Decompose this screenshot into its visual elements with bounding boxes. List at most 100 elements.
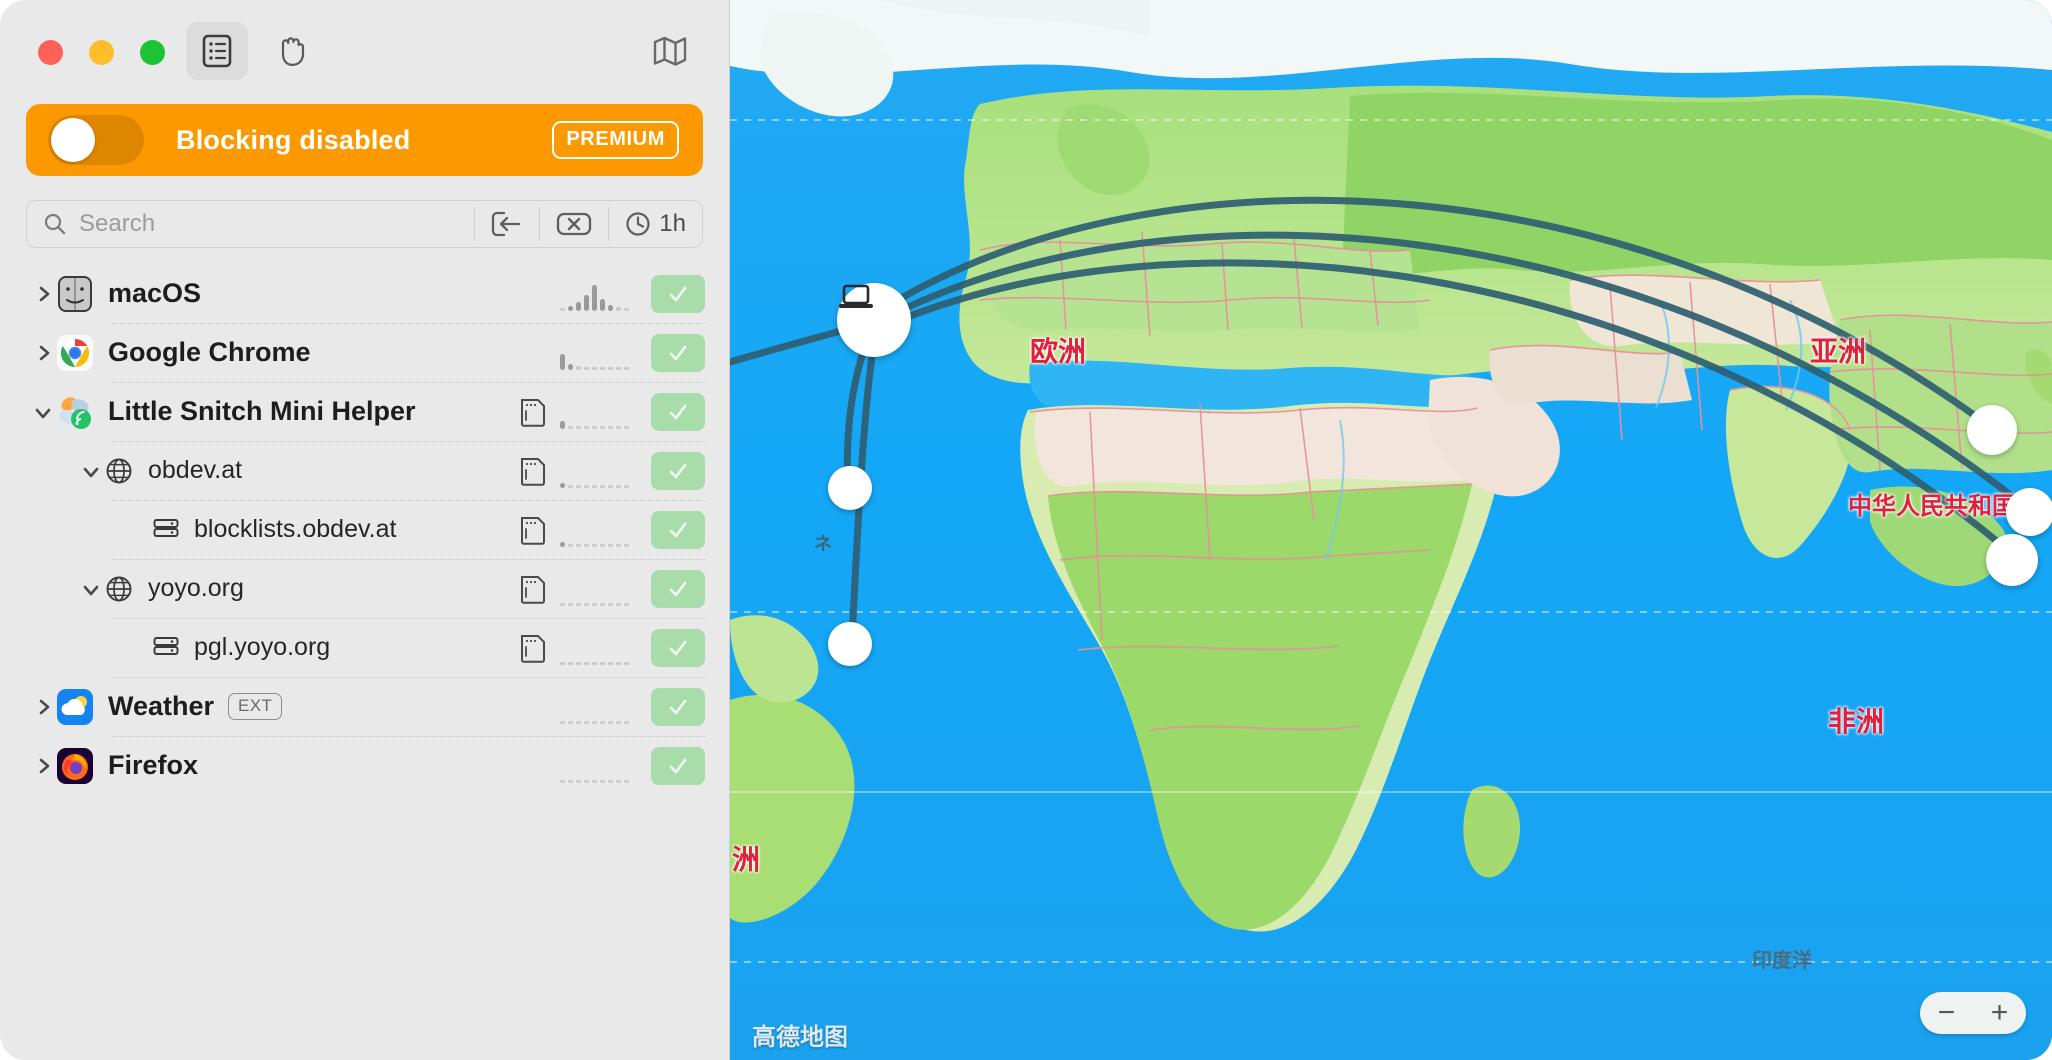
premium-badge[interactable]: PREMIUM: [552, 121, 679, 159]
pause-traffic-button[interactable]: [260, 22, 322, 80]
close-button[interactable]: [38, 40, 63, 65]
traffic-graph: [560, 336, 629, 370]
allow-status-badge[interactable]: [651, 510, 705, 549]
traffic-bar: [608, 720, 613, 724]
traffic-bar: [560, 541, 565, 547]
search-input[interactable]: [79, 210, 475, 238]
traffic-bar: [600, 661, 605, 665]
time-range-filter[interactable]: 1h: [609, 201, 702, 247]
rule-note-button[interactable]: [520, 397, 546, 427]
map-zoom-controls[interactable]: − +: [1920, 992, 2026, 1034]
allow-status-badge[interactable]: [651, 274, 705, 313]
list-item[interactable]: Weather EXT: [0, 677, 729, 736]
list-item[interactable]: pgl.yoyo.org: [0, 618, 729, 677]
traffic-graph: [560, 631, 629, 665]
remote-node-2[interactable]: [828, 622, 872, 666]
list-view-button[interactable]: [186, 22, 248, 80]
map-label-africa: 非洲: [1828, 705, 1885, 738]
blocked-connections-filter[interactable]: [540, 201, 608, 247]
traffic-bar: [624, 307, 629, 311]
traffic-bar: [616, 425, 621, 429]
rule-note-button[interactable]: [520, 574, 546, 604]
traffic-bar: [608, 661, 613, 665]
allow-status-badge[interactable]: [651, 569, 705, 608]
traffic-bar: [624, 425, 629, 429]
list-item[interactable]: macOS: [0, 264, 729, 323]
traffic-bar: [616, 779, 621, 783]
sidebar: Blocking disabled PREMIUM Search 1h macO…: [0, 0, 730, 1060]
map-graphic: [730, 0, 2052, 1060]
check-icon: [669, 758, 687, 773]
list-item-label: macOS: [108, 278, 202, 308]
check-icon: [669, 345, 687, 360]
list-item[interactable]: yoyo.org: [0, 559, 729, 618]
incoming-arrow-icon: [492, 211, 521, 237]
local-device-node[interactable]: [837, 283, 911, 357]
incoming-connections-filter[interactable]: [475, 201, 539, 247]
allow-status-badge[interactable]: [651, 451, 705, 490]
disclosure-triangle[interactable]: [30, 696, 56, 718]
allow-status-badge[interactable]: [651, 333, 705, 372]
list-item[interactable]: obdev.at: [0, 441, 729, 500]
map-view-button[interactable]: [639, 22, 701, 80]
search-icon: [43, 212, 67, 236]
twisty-collapsed-icon: [39, 758, 50, 773]
traffic-bar: [560, 353, 565, 370]
twisty-expanded-icon: [83, 467, 99, 477]
map-view[interactable]: 欧洲 亚洲 中华人民共和国 非洲 洲 印度洋 ネ 高德地图 − +: [730, 0, 2052, 1060]
note-icon: [521, 575, 545, 604]
remote-node-3[interactable]: [1967, 405, 2017, 455]
weather-icon: [56, 688, 94, 726]
time-range-label: 1h: [659, 210, 686, 237]
blocking-banner[interactable]: Blocking disabled PREMIUM: [26, 104, 703, 176]
traffic-bar: [624, 602, 629, 606]
traffic-bar: [560, 482, 565, 488]
list-item[interactable]: Google Chrome: [0, 323, 729, 382]
rule-note-button[interactable]: [520, 456, 546, 486]
traffic-graph: [560, 749, 629, 783]
traffic-bar: [584, 366, 589, 370]
minimize-button[interactable]: [89, 40, 114, 65]
disclosure-triangle[interactable]: [78, 578, 104, 600]
disclosure-triangle[interactable]: [30, 342, 56, 364]
disclosure-triangle[interactable]: [78, 460, 104, 482]
list-item[interactable]: Little Snitch Mini Helper: [0, 382, 729, 441]
blocking-toggle[interactable]: [48, 115, 144, 165]
traffic-bar: [568, 720, 573, 724]
list-item-label: pgl.yoyo.org: [194, 633, 331, 661]
map-label-indian-ocean: 印度洋: [1752, 948, 1812, 972]
zoom-in-button[interactable]: +: [1991, 996, 2009, 1030]
remote-node-5[interactable]: [1986, 534, 2038, 586]
disclosure-triangle[interactable]: [30, 755, 56, 777]
firefox-icon: [56, 747, 94, 785]
traffic-graph: [560, 277, 629, 311]
traffic-bar: [584, 779, 589, 783]
remote-node-4[interactable]: [2006, 488, 2052, 536]
traffic-bar: [600, 366, 605, 370]
rule-note-button[interactable]: [520, 515, 546, 545]
zoom-button[interactable]: [140, 40, 165, 65]
traffic-bar: [560, 779, 565, 783]
connection-list[interactable]: macOS Google Chrome Little Snitch Mini Hel…: [0, 264, 729, 1060]
zoom-out-button[interactable]: −: [1938, 996, 1956, 1030]
clock-icon: [626, 212, 650, 236]
extension-badge: EXT: [228, 693, 283, 720]
remote-node-1[interactable]: [828, 466, 872, 510]
allow-status-badge[interactable]: [651, 746, 705, 785]
disclosure-triangle[interactable]: [30, 283, 56, 305]
search-bar[interactable]: 1h: [26, 200, 703, 248]
twisty-collapsed-icon: [39, 345, 50, 360]
traffic-bar: [616, 602, 621, 606]
blocking-status-label: Blocking disabled: [176, 124, 411, 155]
disclosure-triangle[interactable]: [30, 401, 56, 423]
list-item-label: blocklists.obdev.at: [194, 515, 397, 543]
list-item[interactable]: Firefox: [0, 736, 729, 795]
list-item[interactable]: blocklists.obdev.at: [0, 500, 729, 559]
allow-status-badge[interactable]: [651, 628, 705, 667]
allow-status-badge[interactable]: [651, 687, 705, 726]
traffic-bar: [608, 484, 613, 488]
rule-note-button[interactable]: [520, 633, 546, 663]
traffic-bar: [608, 602, 613, 606]
allow-status-badge[interactable]: [651, 392, 705, 431]
traffic-bar: [608, 304, 613, 311]
